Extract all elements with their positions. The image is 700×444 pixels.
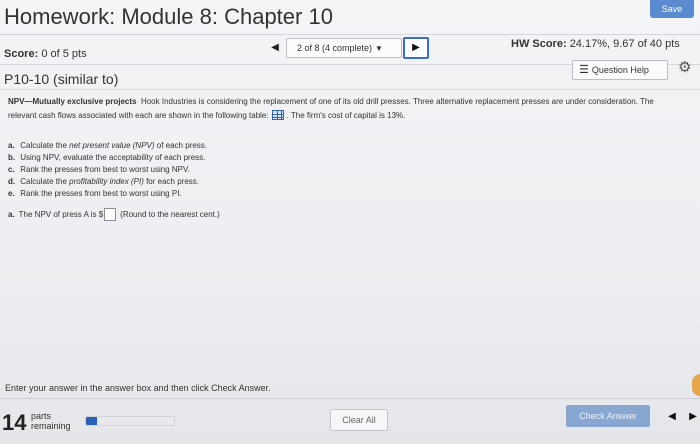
next-part-button[interactable]: ▶ [686, 408, 700, 426]
list-item: e. Rank the presses from best to worst u… [8, 189, 182, 198]
hw-score-value: 24.17%, 9.67 of 40 pts [569, 38, 680, 50]
parts-remaining-label: parts remaining [31, 411, 71, 431]
page-title: Homework: Module 8: Chapter 10 [4, 4, 333, 29]
gear-icon[interactable]: ⚙ [678, 58, 691, 76]
list-item: b. Using NPV, evaluate the acceptability… [8, 153, 206, 162]
npv-answer-input[interactable] [104, 208, 117, 221]
save-button[interactable]: Save [650, 0, 694, 18]
progress-bar [85, 416, 175, 426]
task-list: a. Calculate the net present value (NPV)… [8, 140, 408, 200]
score-label: Score: [4, 48, 39, 60]
hw-score-label: HW Score: [511, 38, 567, 50]
hw-score-display: HW Score: 24.17%, 9.67 of 40 pts [511, 38, 680, 50]
question-position: 2 of 8 (4 complete) [297, 43, 373, 53]
triangle-left-icon: ◀ [271, 42, 279, 53]
parts-remaining-count: 14 [2, 410, 27, 435]
divider [0, 398, 700, 399]
list-item: a. Calculate the net present value (NPV)… [8, 141, 208, 150]
side-panel-tab[interactable] [692, 374, 700, 396]
previous-part-button[interactable]: ◀ [664, 408, 680, 426]
table-icon[interactable] [271, 110, 284, 120]
triangle-left-icon: ◀ [668, 411, 676, 422]
triangle-right-icon: ▶ [412, 42, 420, 53]
score-display: Score: 0 of 5 pts [4, 48, 87, 60]
list-icon: ☰ [579, 64, 589, 76]
instructions-text: Enter your answer in the answer box and … [5, 383, 271, 393]
caret-down-icon: ▼ [375, 44, 383, 53]
problem-statement: NPV—Mutually exclusive projects Hook Ind… [8, 95, 680, 123]
question-help-label: Question Help [591, 65, 649, 75]
question-selector[interactable]: 2 of 8 (4 complete) ▼ [286, 38, 402, 58]
triangle-right-icon: ▶ [689, 411, 697, 422]
next-question-button[interactable]: ▶ [403, 37, 429, 59]
divider [0, 34, 700, 35]
answer-row: a. The NPV of press A is $ (Round to the n… [8, 208, 220, 221]
divider [0, 89, 700, 90]
list-item: d. Calculate the profitability index (PI… [8, 177, 199, 186]
answer-hint: (Round to the nearest cent.) [120, 210, 220, 219]
clear-all-button[interactable]: Clear All [330, 409, 388, 431]
problem-text-part2: . The firm's cost of capital is 13%. [286, 111, 406, 120]
answer-part-label: a. [8, 210, 15, 219]
question-help-button[interactable]: ☰ Question Help [572, 60, 668, 80]
progress-bar-fill [86, 417, 97, 425]
previous-question-button[interactable]: ◀ [264, 38, 286, 58]
answer-prompt: The NPV of press A is $ [18, 210, 104, 219]
score-value: 0 of 5 pts [41, 48, 87, 60]
list-item: c. Rank the presses from best to worst u… [8, 165, 190, 174]
problem-title: NPV—Mutually exclusive projects [8, 97, 137, 106]
problem-id: P10-10 (similar to) [4, 71, 119, 87]
check-answer-button[interactable]: Check Answer [566, 405, 650, 427]
